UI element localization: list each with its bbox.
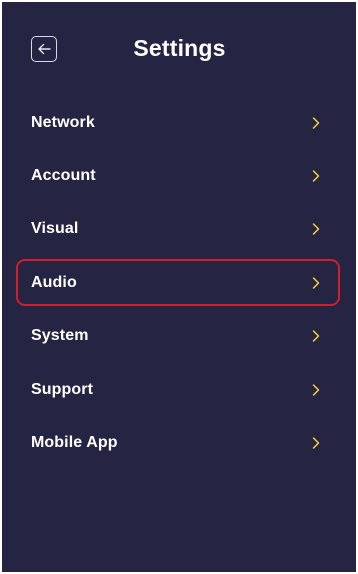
menu-item-visual[interactable]: Visual (2, 203, 356, 256)
menu-item-label: Support (31, 380, 94, 398)
menu-item-audio[interactable]: Audio (2, 256, 356, 309)
chevron-right-icon (312, 116, 320, 129)
header: Settings (2, 2, 356, 97)
chevron-right-icon (312, 223, 320, 236)
settings-menu: Network Account Visual Audio System Supp… (2, 96, 356, 470)
menu-item-label: Mobile App (31, 434, 118, 452)
menu-item-label: Visual (31, 220, 79, 238)
menu-item-account[interactable]: Account (2, 149, 356, 202)
menu-item-mobile-app[interactable]: Mobile App (2, 416, 356, 469)
menu-item-system[interactable]: System (2, 310, 356, 363)
menu-item-label: System (31, 327, 89, 345)
menu-item-label: Account (31, 167, 96, 185)
menu-item-label: Network (31, 113, 95, 131)
menu-item-label: Audio (31, 273, 77, 291)
menu-item-support[interactable]: Support (2, 363, 356, 416)
chevron-right-icon (312, 330, 320, 342)
menu-item-network[interactable]: Network (2, 96, 356, 149)
chevron-right-icon (312, 277, 320, 289)
chevron-right-icon (312, 170, 320, 182)
chevron-right-icon (312, 383, 320, 396)
page-title: Settings (133, 35, 226, 61)
chevron-right-icon (312, 437, 320, 449)
settings-screen: Settings Network Account Visual Audio Sy… (2, 2, 356, 572)
